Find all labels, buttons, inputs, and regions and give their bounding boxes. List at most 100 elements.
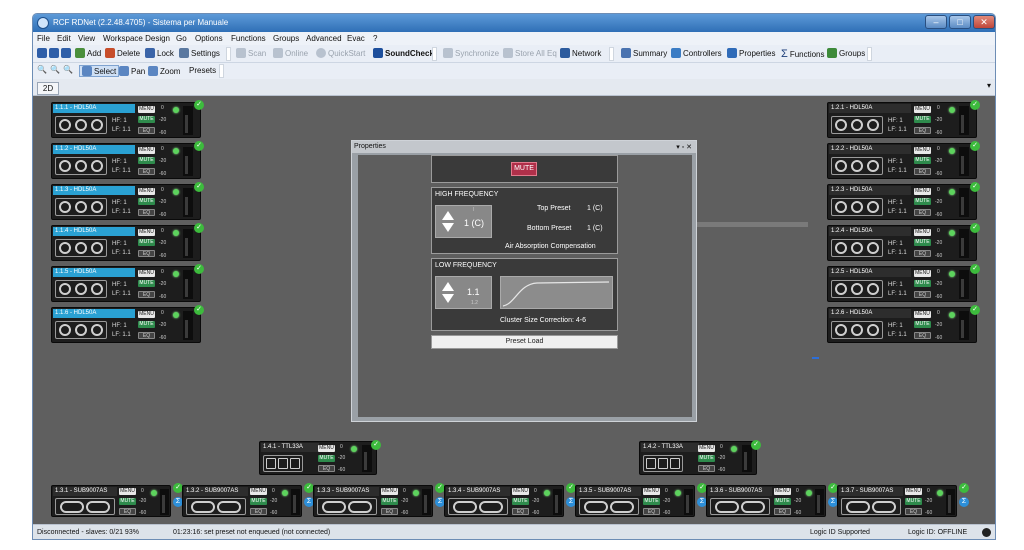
device-hdl50a[interactable]: 1.1.2 - HDL50A HF: 1 LF: 1.1 MENU MUTE EQ 0 -20… xyxy=(51,143,201,179)
eq-button[interactable]: EQ xyxy=(914,332,931,339)
mute-button[interactable]: MUTE xyxy=(138,239,155,246)
preset-load-button[interactable]: Preset Load xyxy=(431,335,618,349)
minimize-button[interactable]: – xyxy=(925,15,947,29)
add-button[interactable]: Add xyxy=(75,48,101,58)
device-hdl50a[interactable]: 1.2.1 - HDL50A HF: 1 LF: 1.1 MENU MUTE EQ 0 -20… xyxy=(827,102,977,138)
mute-button[interactable]: MUTE xyxy=(905,498,922,505)
menu-button[interactable]: MENU xyxy=(914,229,931,236)
device-sub9007as[interactable]: 1.3.4 - SUB9007AS MENU MUTE EQ 0 -20 -60 xyxy=(444,485,564,517)
eq-button[interactable]: EQ xyxy=(138,250,155,257)
mute-button[interactable]: MUTE xyxy=(138,157,155,164)
properties-window-controls[interactable]: ▾ ▫ ✕ xyxy=(676,143,692,151)
menu-evac[interactable]: Evac xyxy=(347,34,365,43)
device-sub9007as[interactable]: 1.3.7 - SUB9007AS MENU MUTE EQ 0 -20 -60 xyxy=(837,485,957,517)
menu-button[interactable]: MENU xyxy=(914,188,931,195)
mute-button[interactable]: MUTE xyxy=(914,198,931,205)
mute-button[interactable]: MUTE xyxy=(698,455,715,462)
mute-button[interactable]: MUTE xyxy=(914,116,931,123)
menu-view[interactable]: View xyxy=(78,34,95,43)
menu-button[interactable]: MENU xyxy=(138,188,155,195)
eq-button[interactable]: EQ xyxy=(914,127,931,134)
menu-advanced[interactable]: Advanced xyxy=(306,34,342,43)
menu-workspace-design[interactable]: Workspace Design xyxy=(103,34,170,43)
device-hdl50a[interactable]: 1.2.6 - HDL50A HF: 1 LF: 1.1 MENU MUTE EQ 0 -20… xyxy=(827,307,977,343)
save-icon[interactable] xyxy=(49,48,59,58)
delete-button[interactable]: Delete xyxy=(105,48,140,58)
device-sub9007as[interactable]: 1.3.1 - SUB9007AS MENU MUTE EQ 0 -20 -60 xyxy=(51,485,171,517)
menu-button[interactable]: MENU xyxy=(250,488,267,495)
menu-button[interactable]: MENU xyxy=(914,147,931,154)
menu-button[interactable]: MENU xyxy=(643,488,660,495)
device-hdl50a[interactable]: 1.1.4 - HDL50A HF: 1 LF: 1.1 MENU MUTE EQ 0 -20… xyxy=(51,225,201,261)
lock-button[interactable]: Lock xyxy=(145,48,174,58)
menu-button[interactable]: MENU xyxy=(905,488,922,495)
mute-button[interactable]: MUTE xyxy=(914,280,931,287)
eq-button[interactable]: EQ xyxy=(138,291,155,298)
menu-button[interactable]: MENU xyxy=(381,488,398,495)
menu-button[interactable]: MENU xyxy=(914,270,931,277)
presets-button[interactable]: Presets xyxy=(189,66,216,75)
pan-tool-button[interactable]: Pan xyxy=(119,66,145,76)
mute-button[interactable]: MUTE xyxy=(138,116,155,123)
menu-button[interactable]: MENU xyxy=(318,445,335,452)
eq-button[interactable]: EQ xyxy=(905,508,922,515)
eq-button[interactable]: EQ xyxy=(318,465,335,472)
menu-button[interactable]: MENU xyxy=(138,270,155,277)
device-hdl50a[interactable]: 1.1.1 - HDL50A HF: 1 LF: 1.1 MENU MUTE EQ 0 -20… xyxy=(51,102,201,138)
mute-button[interactable]: MUTE xyxy=(643,498,660,505)
eq-button[interactable]: EQ xyxy=(914,168,931,175)
lf-down-arrow-icon[interactable] xyxy=(442,294,454,303)
zoom-fit-icon[interactable]: 🔍 xyxy=(63,65,73,74)
menu-options[interactable]: Options xyxy=(195,34,223,43)
menu-go[interactable]: Go xyxy=(176,34,187,43)
mute-button[interactable]: MUTE xyxy=(318,455,335,462)
menu-button[interactable]: MENU xyxy=(698,445,715,452)
new-icon[interactable] xyxy=(37,48,47,58)
menu-functions[interactable]: Functions xyxy=(231,34,266,43)
device-ttl33a[interactable]: 1.4.1 - TTL33A MENU MUTE EQ 0 -20 -60 xyxy=(259,441,377,475)
zoom-in-icon[interactable]: 🔍 xyxy=(37,65,47,74)
eq-button[interactable]: EQ xyxy=(250,508,267,515)
eq-button[interactable]: EQ xyxy=(914,250,931,257)
menu-button[interactable]: MENU xyxy=(774,488,791,495)
scan-button[interactable]: Scan xyxy=(236,48,266,58)
device-sub9007as[interactable]: 1.3.5 - SUB9007AS MENU MUTE EQ 0 -20 -60 xyxy=(575,485,695,517)
zoom-out-icon[interactable]: 🔍 xyxy=(50,65,60,74)
synchronize-button[interactable]: Synchronize xyxy=(443,48,499,58)
device-hdl50a[interactable]: 1.1.6 - HDL50A HF: 1 LF: 1.1 MENU MUTE EQ 0 -20… xyxy=(51,307,201,343)
device-hdl50a[interactable]: 1.1.5 - HDL50A HF: 1 LF: 1.1 MENU MUTE EQ 0 -20… xyxy=(51,266,201,302)
eq-button[interactable]: EQ xyxy=(643,508,660,515)
mute-button[interactable]: MUTE xyxy=(138,198,155,205)
mute-button[interactable]: MUTE xyxy=(512,498,529,505)
online-button[interactable]: Online xyxy=(273,48,308,58)
mute-button[interactable]: MUTE xyxy=(138,280,155,287)
mute-button[interactable]: MUTE xyxy=(138,321,155,328)
hf-preset-selector[interactable]: I 1 (C) xyxy=(435,205,492,238)
eq-button[interactable]: EQ xyxy=(138,332,155,339)
mute-button[interactable]: MUTE xyxy=(774,498,791,505)
menu-button[interactable]: MENU xyxy=(914,311,931,318)
device-ttl33a[interactable]: 1.4.2 - TTL33A MENU MUTE EQ 0 -20 -60 xyxy=(639,441,757,475)
eq-button[interactable]: EQ xyxy=(138,127,155,134)
device-sub9007as[interactable]: 1.3.6 - SUB9007AS MENU MUTE EQ 0 -20 -60 xyxy=(706,485,826,517)
eq-button[interactable]: EQ xyxy=(138,168,155,175)
eq-button[interactable]: EQ xyxy=(119,508,136,515)
eq-button[interactable]: EQ xyxy=(914,209,931,216)
monitor-icon[interactable] xyxy=(61,48,71,58)
mute-button[interactable]: MUTE xyxy=(914,239,931,246)
eq-button[interactable]: EQ xyxy=(381,508,398,515)
device-hdl50a[interactable]: 1.1.3 - HDL50A HF: 1 LF: 1.1 MENU MUTE EQ 0 -20… xyxy=(51,184,201,220)
soundcheck-button[interactable]: SoundCheck xyxy=(373,48,434,58)
device-sub9007as[interactable]: 1.3.2 - SUB9007AS MENU MUTE EQ 0 -20 -60 xyxy=(182,485,302,517)
tab-menu-icon[interactable]: ▾ xyxy=(987,81,991,90)
lf-up-arrow-icon[interactable] xyxy=(442,282,454,291)
eq-button[interactable]: EQ xyxy=(774,508,791,515)
properties-button[interactable]: Properties xyxy=(727,48,775,58)
menu-groups[interactable]: Groups xyxy=(273,34,299,43)
menu-button[interactable]: MENU xyxy=(914,106,931,113)
menu-edit[interactable]: Edit xyxy=(57,34,71,43)
groups-button[interactable]: Groups xyxy=(827,48,865,58)
menu-button[interactable]: MENU xyxy=(138,229,155,236)
settings-button[interactable]: Settings xyxy=(179,48,220,58)
quickstart-button[interactable]: QuickStart xyxy=(316,48,365,58)
